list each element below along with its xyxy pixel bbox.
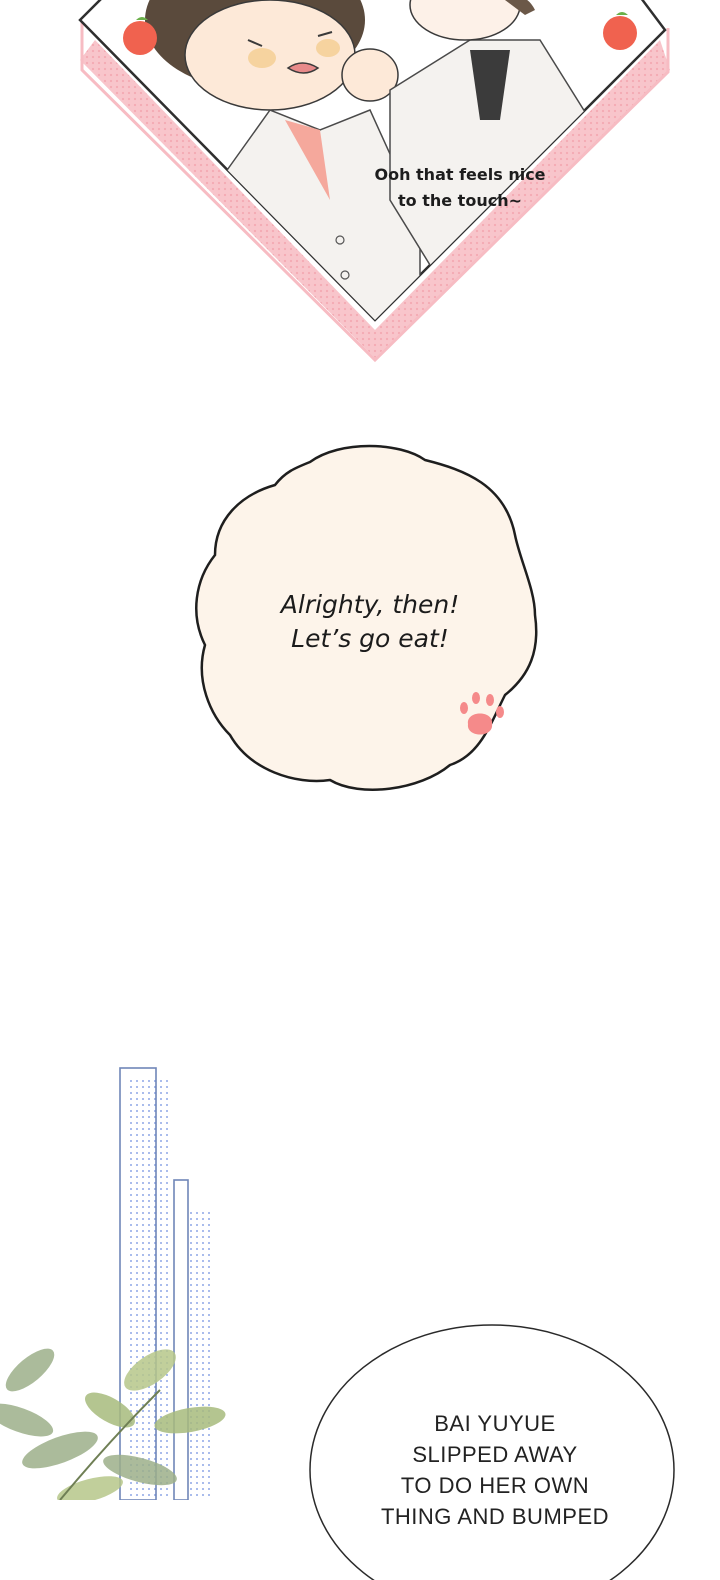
narration-text: BAI YUYUE SLIPPED AWAY TO DO HER OWN THI… [380,1411,610,1529]
speech-caption: Ooh that feels nice to the touch~ [374,165,546,210]
cloud-bubble-text: Alrighty, then! Let’s go eat! [280,590,460,653]
plant-illustration [0,1330,240,1500]
